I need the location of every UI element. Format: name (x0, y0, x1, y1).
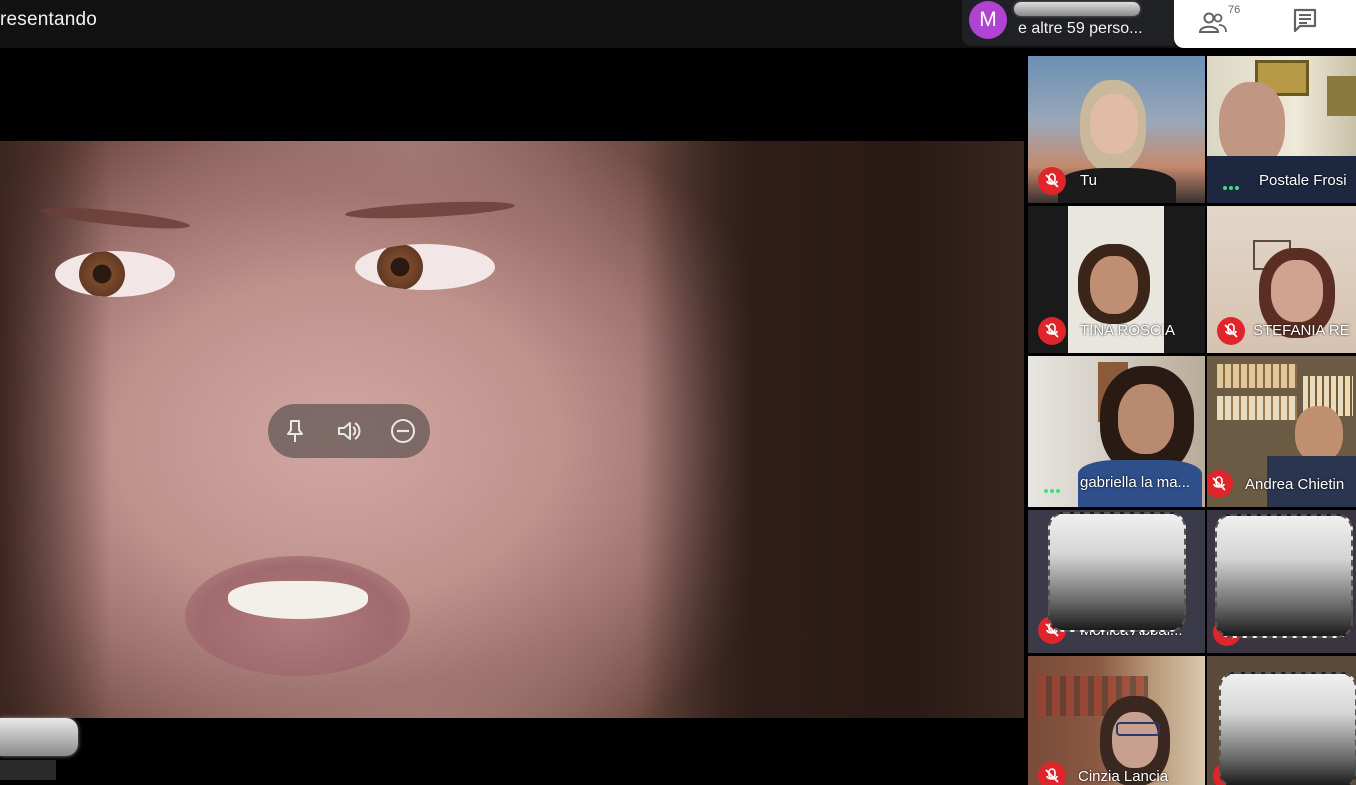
face-teeth (228, 581, 368, 619)
minus-circle-icon (391, 419, 415, 443)
redacted-video (1215, 514, 1353, 638)
participant-tile[interactable]: Cinzia Lancia (1028, 656, 1205, 785)
participant-name: gabriella la ma... (1080, 474, 1191, 491)
redacted-video (1048, 512, 1186, 632)
participant-tile[interactable]: Tu (1028, 56, 1205, 203)
participant-name: Tu (1080, 172, 1097, 189)
redacted-video (1219, 672, 1356, 785)
participant-tile[interactable]: Postale Frosi (1207, 56, 1356, 203)
participant-tile[interactable] (1207, 656, 1356, 785)
participant-name: Postale Frosi (1259, 172, 1347, 189)
participant-tile[interactable]: TINA ROSCIA (1028, 206, 1205, 353)
people-count: 76 (1228, 4, 1241, 16)
participant-name: Cinzia Lancia (1078, 768, 1169, 785)
participant-name: TINA ROSCIA (1080, 322, 1176, 339)
mic-off-icon (1217, 317, 1245, 345)
remove-button[interactable] (388, 416, 418, 446)
mic-off-icon (1038, 167, 1066, 195)
video-shading (640, 141, 1024, 718)
pin-icon (287, 420, 303, 442)
video-shading (0, 141, 110, 718)
volume-button[interactable] (334, 416, 364, 446)
participant-tile[interactable]: gabriella la ma... (1028, 356, 1205, 507)
participant-tile[interactable] (1207, 510, 1356, 653)
redacted-name (0, 718, 78, 756)
others-count-text: e altre 59 perso... (1018, 20, 1143, 37)
participant-tile[interactable]: STEFANIA RE (1207, 206, 1356, 353)
presenting-label: resentando (0, 9, 98, 30)
participant-name: Andrea Chietin (1245, 476, 1345, 493)
pin-button[interactable] (280, 416, 310, 446)
tile-controls (268, 404, 430, 458)
speaking-indicator (1044, 480, 1064, 493)
participant-name: STEFANIA RE (1253, 322, 1350, 339)
redacted-name (0, 760, 56, 780)
mic-off-icon (1207, 470, 1233, 498)
volume-icon (338, 422, 361, 440)
participant-tile[interactable]: Monica Abbal... (1028, 510, 1205, 653)
face-eye (355, 244, 495, 290)
face-brow (344, 198, 516, 222)
mic-off-icon (1038, 762, 1066, 785)
people-button[interactable]: 76 (1198, 4, 1246, 38)
chat-icon (1293, 8, 1317, 33)
people-icon (1198, 12, 1227, 33)
mic-off-icon (1038, 317, 1066, 345)
face-eye (55, 251, 175, 297)
presenter-video[interactable] (0, 141, 1024, 718)
participant-tile[interactable]: Andrea Chietin (1207, 356, 1356, 507)
redacted-name (1014, 2, 1140, 16)
avatar: M (969, 1, 1007, 39)
speaking-indicator (1223, 177, 1243, 190)
chat-button[interactable] (1290, 5, 1324, 35)
